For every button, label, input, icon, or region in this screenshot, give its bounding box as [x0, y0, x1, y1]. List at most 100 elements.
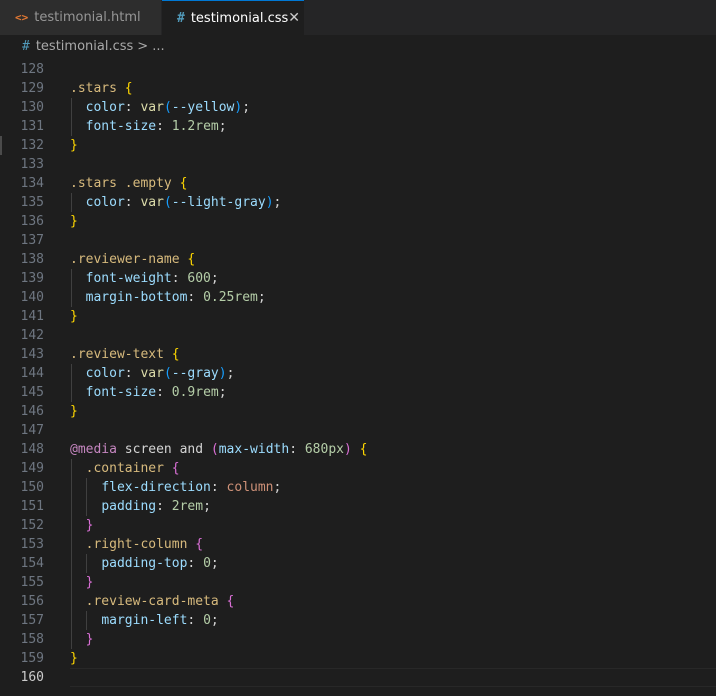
code-text: } [70, 214, 78, 229]
indent-guide [71, 364, 72, 402]
code-line[interactable]: 130 color: var(--yellow); [0, 98, 716, 117]
code-text: flex-direction: column; [101, 480, 282, 495]
code-line[interactable]: 145 font-size: 0.9rem; [0, 383, 716, 402]
indent-guide [86, 611, 87, 630]
line-number: 156 [20, 594, 44, 609]
indent-guide [86, 478, 87, 516]
html-file-icon: <> [15, 11, 29, 24]
css-file-icon: # [177, 10, 185, 26]
line-number: 145 [20, 385, 44, 400]
indent-guide [71, 98, 72, 136]
line-number: 144 [20, 366, 44, 381]
line-number: 155 [20, 575, 44, 590]
code-text: margin-left: 0; [101, 613, 219, 628]
code-line[interactable]: 135 color: var(--light-gray); [0, 193, 716, 212]
indent-guide [71, 193, 72, 212]
tab-testimonial-html[interactable]: <> testimonial.html [0, 0, 162, 35]
code-line[interactable]: 158 } [0, 630, 716, 649]
code-text: .right-column { [85, 537, 204, 552]
code-text: .review-card-meta { [85, 594, 235, 609]
code-line[interactable]: 141} [0, 307, 716, 326]
code-text: .container { [85, 461, 180, 476]
code-line[interactable]: 133 [0, 155, 716, 174]
code-line[interactable]: 137 [0, 231, 716, 250]
line-number: 137 [20, 233, 44, 248]
code-text: color: var(--yellow); [85, 100, 251, 115]
code-line[interactable]: 153 .right-column { [0, 535, 716, 554]
breadcrumb-file[interactable]: testimonial.css [36, 39, 133, 54]
code-line[interactable]: 140 margin-bottom: 0.25rem; [0, 288, 716, 307]
line-number: 146 [20, 404, 44, 419]
close-icon[interactable]: ✕ [288, 10, 300, 26]
css-file-icon: # [22, 38, 30, 54]
code-line[interactable]: 132} [0, 136, 716, 155]
line-number: 138 [20, 252, 44, 267]
code-line[interactable]: 154 padding-top: 0; [0, 554, 716, 573]
code-line[interactable]: 129 .stars { [0, 79, 716, 98]
line-number: 157 [20, 613, 44, 628]
line-number: 158 [20, 632, 44, 647]
indent-guide [86, 554, 87, 573]
breadcrumb-ellipsis[interactable]: ... [152, 39, 164, 54]
code-line[interactable]: 128 [0, 60, 716, 79]
code-line[interactable]: 149 .container { [0, 459, 716, 478]
code-line[interactable]: 139 font-weight: 600; [0, 269, 716, 288]
code-line[interactable]: 143 .review-text { [0, 345, 716, 364]
line-number: 141 [20, 309, 44, 324]
code-line[interactable]: 136} [0, 212, 716, 231]
tab-testimonial-css[interactable]: # testimonial.css ✕ [162, 0, 304, 35]
code-line[interactable]: 138 .reviewer-name { [0, 250, 716, 269]
indent-guide [71, 459, 72, 649]
code-line[interactable]: 146} [0, 402, 716, 421]
code-text: .reviewer-name { [70, 252, 196, 267]
code-line[interactable]: 152 } [0, 516, 716, 535]
code-editor[interactable]: 128 129 .stars {130 color: var(--yellow); 1… [0, 57, 716, 696]
line-number: 160 [20, 670, 44, 685]
tab-bar: <> testimonial.html # testimonial.css ✕ [0, 0, 716, 35]
code-text: @media screen and (max-width: 680px) { [70, 442, 368, 457]
code-line[interactable]: 148 @media screen and (max-width: 680px) … [0, 440, 716, 459]
code-text: padding: 2rem; [101, 499, 211, 514]
code-line[interactable]: 157 margin-left: 0; [0, 611, 716, 630]
tab-label: testimonial.css [190, 10, 289, 26]
code-text: padding-top: 0; [101, 556, 219, 571]
line-number: 136 [20, 214, 44, 229]
code-text: .stars .empty { [70, 176, 188, 191]
line-number: 129 [20, 81, 44, 96]
line-number: 132 [20, 138, 44, 153]
code-text: } [70, 309, 78, 324]
code-line[interactable]: 144 color: var(--gray); [0, 364, 716, 383]
line-number: 142 [20, 328, 44, 343]
code-line[interactable]: 160 [0, 668, 716, 687]
code-text: .stars { [70, 81, 133, 96]
code-line[interactable]: 150 flex-direction: column; [0, 478, 716, 497]
line-number: 147 [20, 423, 44, 438]
line-number: 149 [20, 461, 44, 476]
code-text: font-size: 1.2rem; [85, 119, 227, 134]
line-number: 148 [20, 442, 44, 457]
code-line[interactable]: 155 } [0, 573, 716, 592]
line-number: 143 [20, 347, 44, 362]
code-text: } [85, 518, 94, 533]
code-line[interactable]: 131 font-size: 1.2rem; [0, 117, 716, 136]
code-line[interactable]: 156 .review-card-meta { [0, 592, 716, 611]
breadcrumb: # testimonial.css > ... [0, 35, 716, 57]
line-number: 154 [20, 556, 44, 571]
code-line[interactable]: 142 [0, 326, 716, 345]
line-number: 151 [20, 499, 44, 514]
line-number: 130 [20, 100, 44, 115]
code-line[interactable]: 159} [0, 649, 716, 668]
code-line[interactable]: 147 [0, 421, 716, 440]
gutter-marker [0, 136, 2, 155]
code-text: margin-bottom: 0.25rem; [85, 290, 266, 305]
indent-guide [71, 269, 72, 307]
line-number: 134 [20, 176, 44, 191]
code-text: .review-text { [70, 347, 180, 362]
line-number: 128 [20, 62, 44, 77]
code-line[interactable]: 134 .stars .empty { [0, 174, 716, 193]
code-line[interactable]: 151 padding: 2rem; [0, 497, 716, 516]
line-number: 131 [20, 119, 44, 134]
code-text: } [70, 651, 78, 666]
chevron-right-icon: > [137, 38, 149, 54]
tab-label: testimonial.html [34, 10, 141, 25]
